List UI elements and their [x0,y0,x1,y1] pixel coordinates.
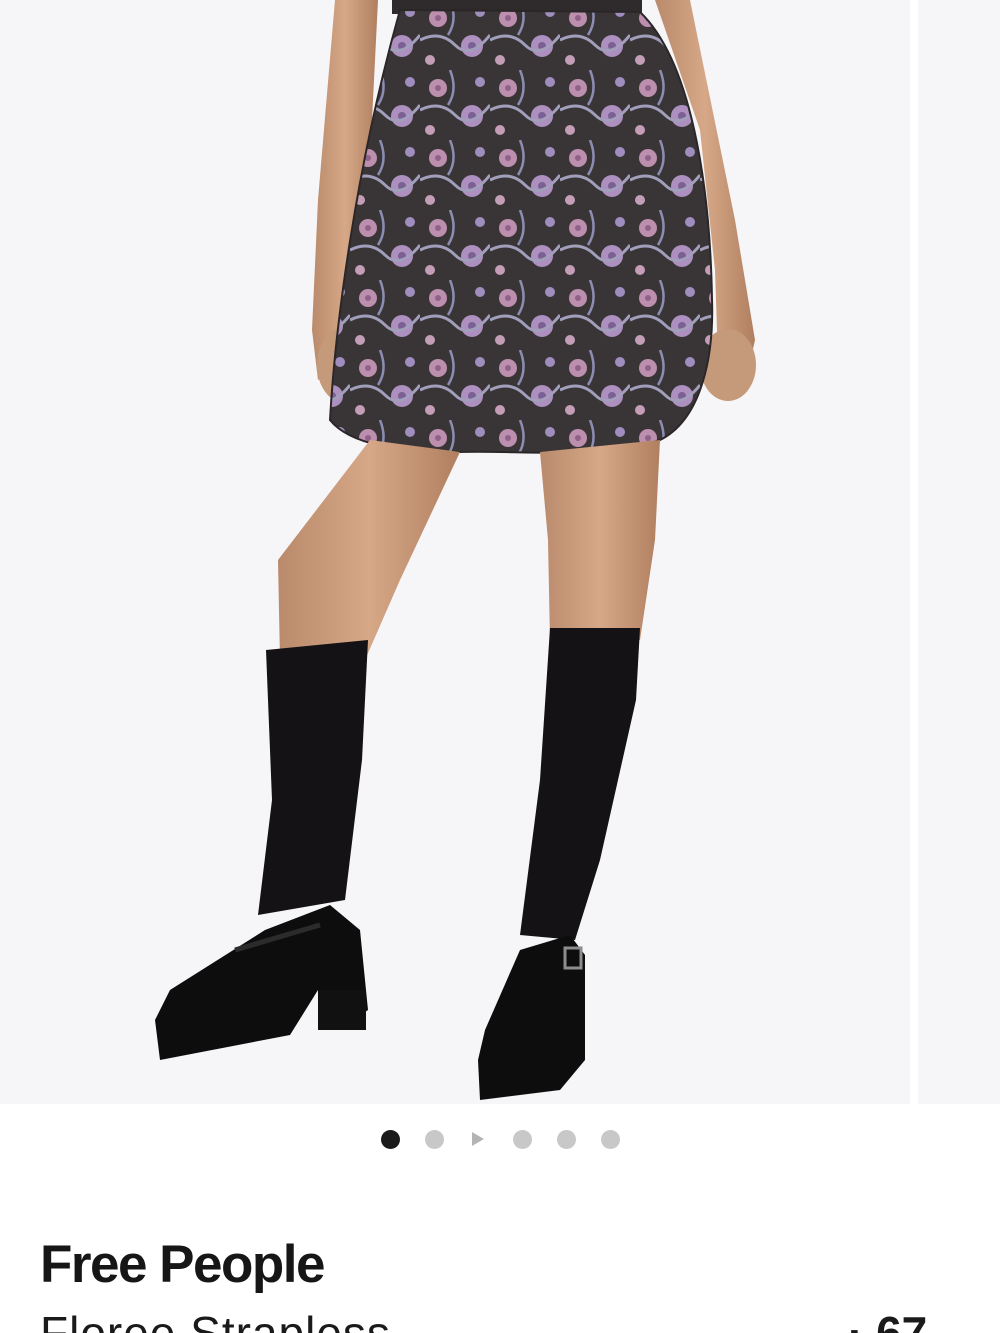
pagination-dot-5[interactable] [556,1129,576,1149]
product-detail-page: Free People Floree Strapless · 67 [0,0,1000,1333]
product-title: Floree Strapless [40,1307,391,1333]
brand-name[interactable]: Free People [40,1234,325,1295]
pagination-dot-2[interactable] [424,1129,444,1149]
carousel-pagination [0,1126,1000,1152]
pagination-dot-4[interactable] [512,1129,532,1149]
model-photo [155,0,756,1100]
pagination-dot-6[interactable] [600,1129,620,1149]
next-image-peek[interactable] [918,0,1000,1104]
product-image-carousel[interactable] [0,0,1000,1104]
product-image[interactable] [0,0,910,1104]
pagination-dot-1[interactable] [380,1129,400,1149]
play-icon[interactable] [469,1130,488,1149]
product-price: · 67 [848,1307,928,1333]
